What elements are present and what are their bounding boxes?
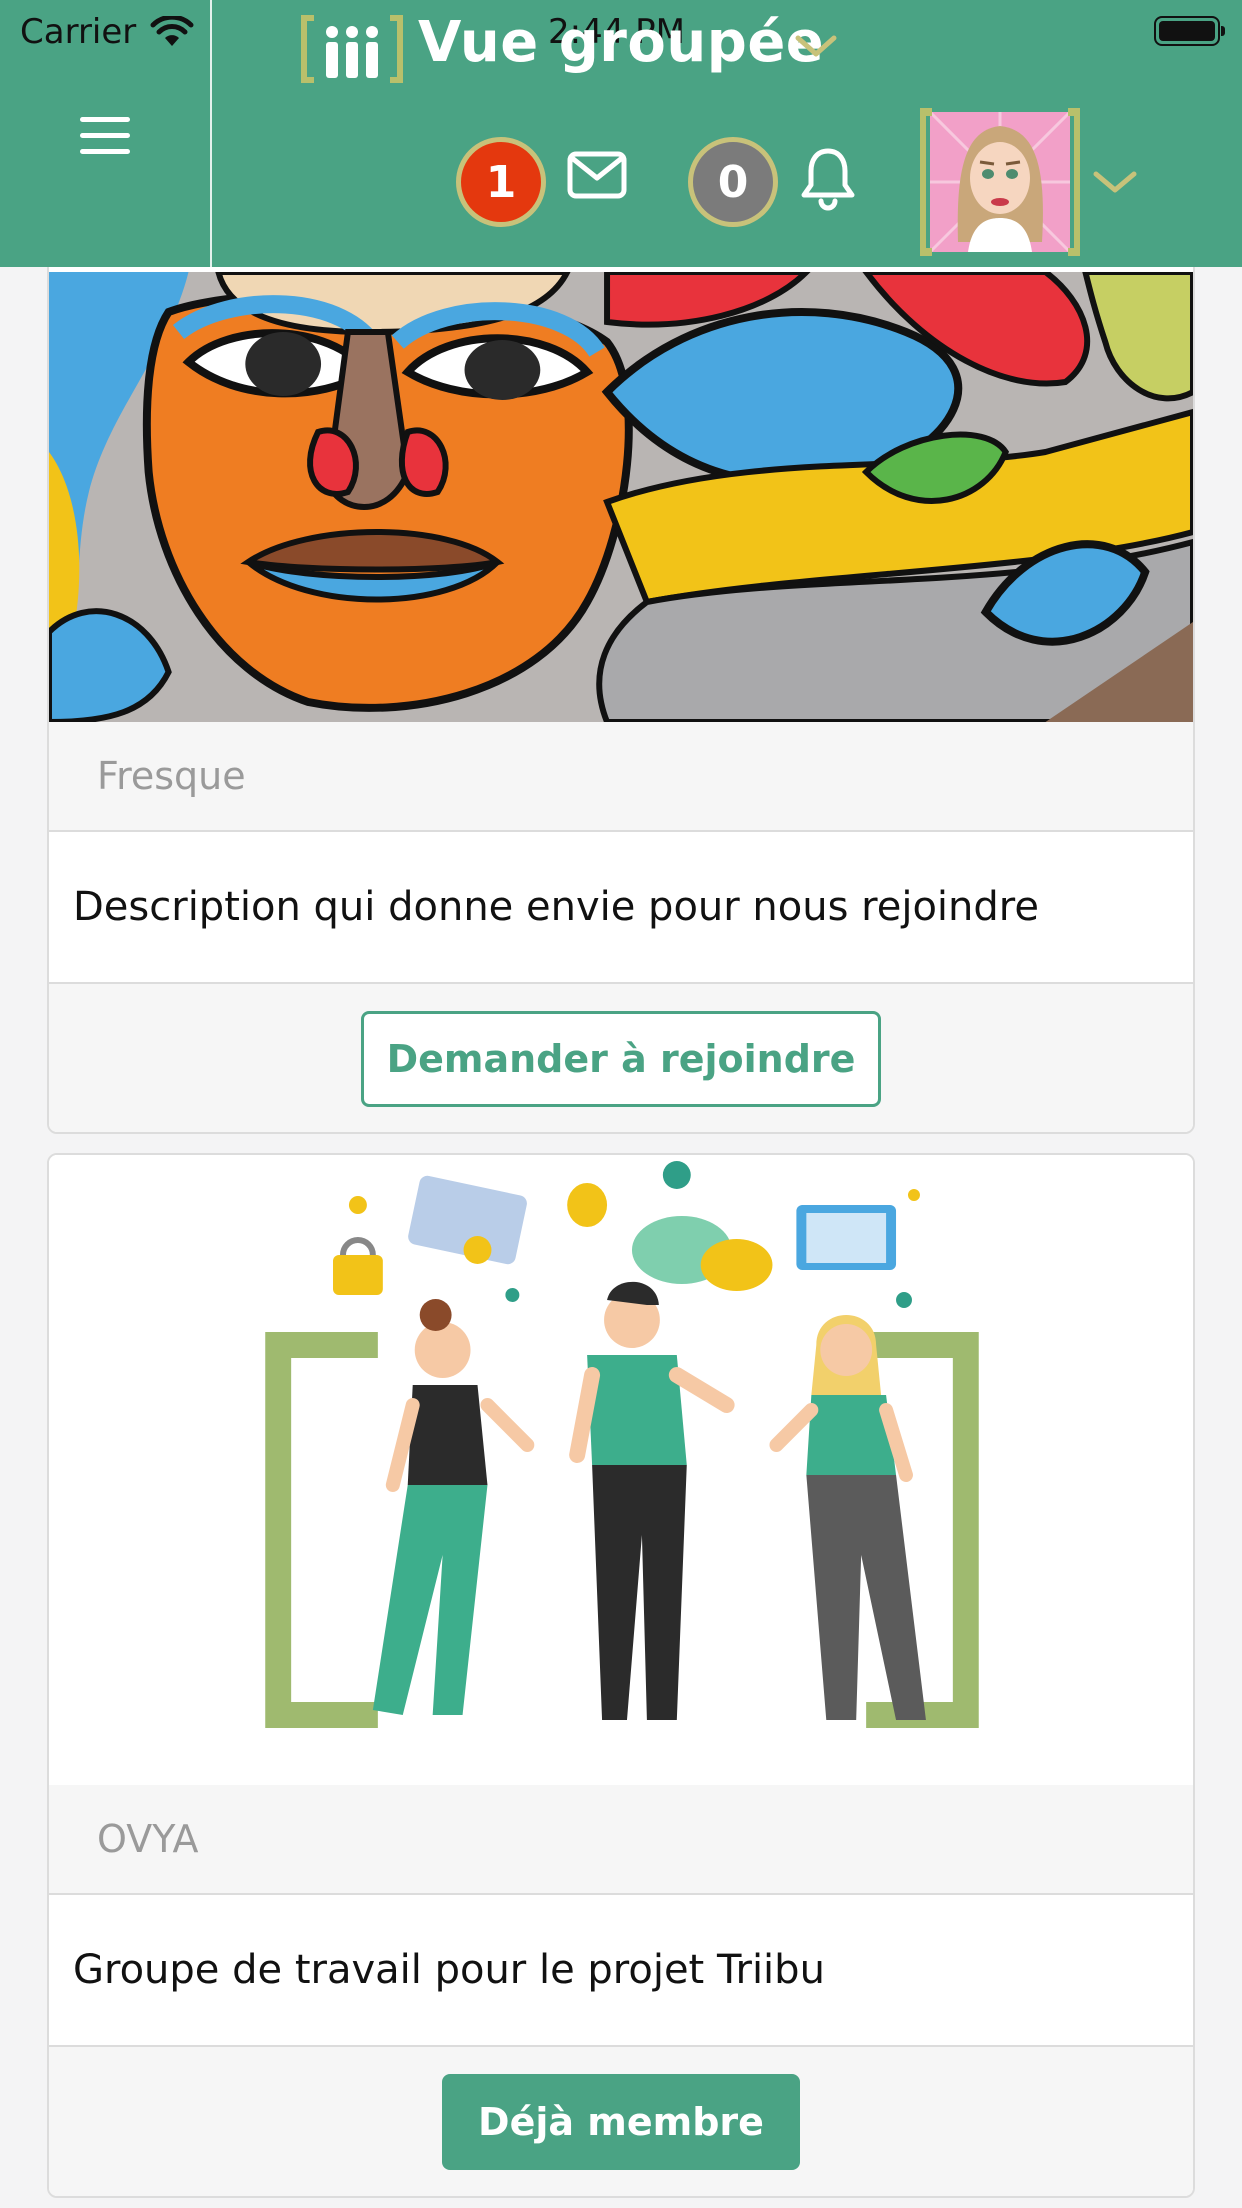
chevron-down-icon[interactable] bbox=[792, 28, 840, 64]
user-avatar[interactable] bbox=[920, 102, 1080, 262]
battery-icon bbox=[1154, 16, 1225, 46]
page-title: Vue groupée bbox=[418, 10, 825, 75]
group-card-footer: Déjà membre bbox=[49, 2047, 1193, 2196]
group-name: Fresque bbox=[49, 722, 1193, 832]
triibu-logo bbox=[301, 15, 403, 83]
wifi-icon bbox=[150, 16, 194, 46]
notifications-count-badge[interactable]: 0 bbox=[688, 137, 778, 227]
group-cover-image bbox=[49, 272, 1193, 722]
group-description: Groupe de travail pour le projet Triibu bbox=[49, 1895, 1193, 2047]
already-member-button[interactable]: Déjà membre bbox=[442, 2074, 800, 2170]
group-card: Fresque Description qui donne envie pour… bbox=[47, 160, 1195, 1134]
group-card-footer: Demander à rejoindre bbox=[49, 984, 1193, 1132]
group-card: OVYA Groupe de travail pour le projet Tr… bbox=[47, 1153, 1195, 2198]
group-cover-image bbox=[49, 1155, 1193, 1785]
header-divider bbox=[210, 0, 212, 267]
chevron-down-icon[interactable] bbox=[1090, 162, 1140, 200]
carrier-label: Carrier bbox=[20, 12, 137, 52]
request-join-button[interactable]: Demander à rejoindre bbox=[361, 1011, 881, 1107]
app-header: Carrier 2:44 PM Vue groupée 1 0 bbox=[0, 0, 1242, 267]
envelope-icon[interactable] bbox=[566, 150, 628, 200]
hamburger-menu-button[interactable] bbox=[70, 105, 140, 165]
messages-count-badge[interactable]: 1 bbox=[456, 137, 546, 227]
bell-icon[interactable] bbox=[798, 145, 858, 211]
group-name: OVYA bbox=[49, 1785, 1193, 1895]
group-description: Description qui donne envie pour nous re… bbox=[49, 832, 1193, 984]
status-bar-carrier: Carrier bbox=[20, 12, 194, 52]
